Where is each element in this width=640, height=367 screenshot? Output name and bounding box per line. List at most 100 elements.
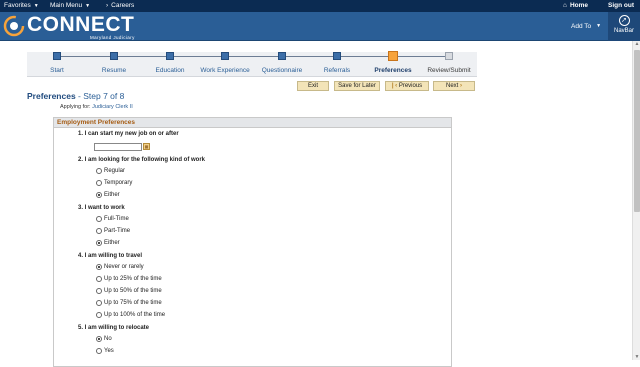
previous-button[interactable]: | ‹ Previous	[385, 81, 429, 91]
add-to-menu[interactable]: Add To ▼	[571, 23, 601, 30]
favorites-menu[interactable]: Favorites ▼	[4, 2, 39, 9]
employment-preferences-panel: Employment Preferences 1. I can start my…	[53, 117, 452, 367]
chevron-down-icon: ▼	[85, 2, 91, 9]
radio-circle-selected	[96, 336, 102, 342]
radio-travel-never[interactable]: Never or rarely	[96, 264, 144, 270]
applying-for-label: Applying for:	[60, 104, 91, 110]
page-title-text: Preferences	[27, 91, 76, 101]
brand-header: CONNECT Maryland Judiciary Add To ▼ ➚ Na…	[0, 12, 640, 41]
breadcrumb: › Careers	[106, 2, 134, 9]
navbar-button[interactable]: ➚ NavBar	[608, 12, 640, 41]
question-kind-of-work: 2. I am looking for the following kind o…	[78, 157, 206, 163]
start-date-input[interactable]	[94, 143, 142, 151]
breadcrumb-separator: ›	[106, 2, 109, 9]
step-indicator: - Step 7 of 8	[75, 91, 125, 101]
applying-for-job-link[interactable]: Judiciary Clerk II	[92, 104, 133, 110]
scroll-down-arrow-icon[interactable]: ▼	[633, 354, 640, 360]
scrollbar-thumb[interactable]	[634, 50, 640, 212]
question-work-schedule: 3. I want to work	[78, 205, 125, 211]
radio-either-kind[interactable]: Either	[96, 192, 120, 198]
brand-name: CONNECT	[27, 13, 135, 36]
exit-label: Exit	[307, 83, 318, 89]
home-link[interactable]: ⌂ Home	[563, 2, 588, 9]
next-arrow-icon: ›	[460, 83, 462, 89]
radio-travel-100[interactable]: Up to 100% of the time	[96, 312, 165, 318]
train-stop-marker	[333, 52, 341, 60]
next-button[interactable]: Next ›	[433, 81, 475, 91]
train-stop-marker	[110, 52, 118, 60]
chevron-down-icon: ▼	[596, 23, 602, 29]
save-for-later-button[interactable]: Save for Later	[334, 81, 380, 91]
radio-relocate-yes[interactable]: Yes	[96, 348, 114, 354]
radio-circle	[96, 180, 102, 186]
radio-travel-25[interactable]: Up to 25% of the time	[96, 276, 162, 282]
radio-full-time[interactable]: Full-Time	[96, 216, 129, 222]
question-start-date: 1. I can start my new job on or after	[78, 131, 179, 137]
train-stop-marker	[221, 52, 229, 60]
radio-circle-selected	[96, 264, 102, 270]
page-title: Preferences - Step 7 of 8	[27, 91, 124, 101]
question-travel: 4. I am willing to travel	[78, 253, 143, 259]
radio-label: Up to 100% of the time	[104, 312, 166, 318]
radio-circle-selected	[96, 240, 102, 246]
breadcrumb-careers[interactable]: Careers	[111, 2, 134, 9]
save-for-later-label: Save for Later	[338, 83, 376, 89]
radio-relocate-no[interactable]: No	[96, 336, 112, 342]
radio-circle-selected	[96, 192, 102, 198]
applying-for: Applying for: Judiciary Clerk II	[60, 104, 133, 110]
connect-logo-icon	[3, 15, 25, 37]
radio-temporary[interactable]: Temporary	[96, 180, 132, 186]
question-relocate: 5. I am willing to relocate	[78, 325, 150, 331]
radio-label: Full-Time	[104, 216, 129, 222]
radio-label: Yes	[104, 348, 114, 354]
radio-circle	[96, 288, 102, 294]
favorites-label: Favorites	[4, 2, 31, 9]
radio-label: Up to 50% of the time	[104, 288, 162, 294]
calendar-icon[interactable]: ▦	[143, 143, 150, 150]
chevron-down-icon: ▼	[33, 2, 39, 9]
radio-circle	[96, 300, 102, 306]
radio-part-time[interactable]: Part-Time	[96, 228, 130, 234]
progress-train: Start Resume Education Work Experience Q…	[27, 51, 477, 77]
home-icon: ⌂	[563, 2, 567, 9]
train-stop-marker	[166, 52, 174, 60]
radio-label: No	[104, 336, 112, 342]
train-stop-marker-pending	[445, 52, 453, 60]
add-to-label: Add To	[571, 23, 592, 30]
train-stop-marker-current	[388, 51, 398, 61]
radio-circle	[96, 228, 102, 234]
scroll-up-arrow-icon[interactable]: ▲	[633, 41, 640, 47]
brand-subtitle: Maryland Judiciary	[90, 35, 135, 40]
radio-label: Never or rarely	[104, 264, 144, 270]
previous-arrow-icon: | ‹	[391, 83, 398, 89]
radio-regular[interactable]: Regular	[96, 168, 125, 174]
home-label: Home	[569, 2, 588, 9]
radio-label: Either	[104, 240, 120, 246]
panel-header: Employment Preferences	[54, 118, 451, 128]
exit-button[interactable]: Exit	[297, 81, 329, 91]
radio-travel-75[interactable]: Up to 75% of the time	[96, 300, 162, 306]
radio-label: Up to 75% of the time	[104, 300, 162, 306]
top-menu-bar: Favorites ▼ Main Menu ▼ › Careers ⌂ Home…	[0, 0, 640, 12]
navbar-label: NavBar	[613, 28, 634, 34]
radio-circle	[96, 312, 102, 318]
train-stop-marker	[53, 52, 61, 60]
next-label: Next	[445, 83, 459, 89]
vertical-scrollbar[interactable]: ▲ ▼	[632, 41, 640, 360]
radio-label: Either	[104, 192, 120, 198]
signout-link[interactable]: Sign out	[608, 2, 634, 9]
main-menu-label: Main Menu	[50, 2, 83, 9]
train-stop-label: Review/Submit	[427, 67, 471, 74]
radio-label: Temporary	[104, 180, 133, 186]
radio-circle	[96, 348, 102, 354]
main-menu[interactable]: Main Menu ▼	[50, 2, 90, 9]
radio-either-schedule[interactable]: Either	[96, 240, 120, 246]
radio-label: Up to 25% of the time	[104, 276, 162, 282]
radio-circle	[96, 216, 102, 222]
radio-label: Part-Time	[104, 228, 131, 234]
previous-label: Previous	[398, 83, 423, 89]
radio-travel-50[interactable]: Up to 50% of the time	[96, 288, 162, 294]
train-stop-marker	[278, 52, 286, 60]
train-stop-review-submit[interactable]: Review/Submit	[414, 52, 484, 74]
compass-icon: ➚	[618, 15, 630, 26]
